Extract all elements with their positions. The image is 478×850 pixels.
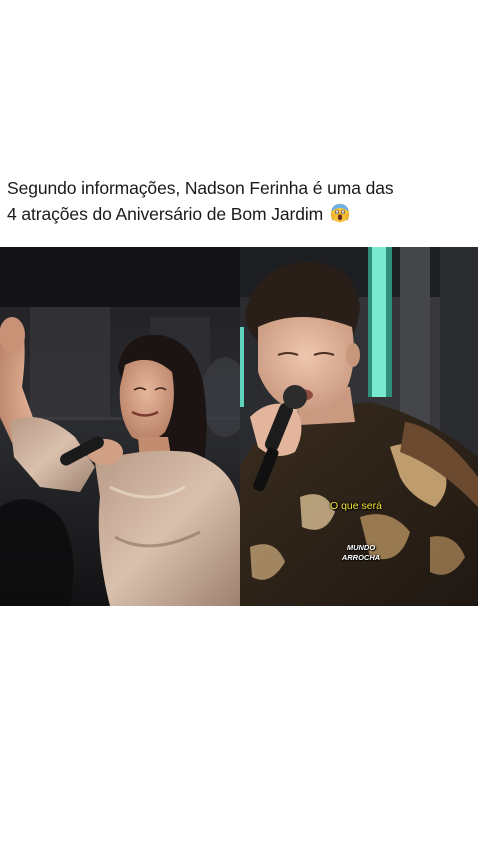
post-media[interactable] bbox=[0, 247, 478, 606]
screaming-face-emoji-icon bbox=[330, 203, 350, 223]
singer-woman-photo bbox=[0, 247, 240, 606]
post-caption-line-1: Segundo informações, Nadson Ferinha é um… bbox=[7, 178, 394, 198]
post-caption-line-2: 4 atrações do Aniversário de Bom Jardim bbox=[7, 201, 473, 227]
post-caption-line-2-text: 4 atrações do Aniversário de Bom Jardim bbox=[7, 204, 324, 224]
video-subtitle: O que será bbox=[330, 500, 382, 512]
post-screen: { "post": { "text_line_1": "Segundo info… bbox=[0, 0, 478, 850]
post-caption: Segundo informações, Nadson Ferinha é um… bbox=[7, 175, 473, 227]
watermark-line-2: ARROCHA bbox=[341, 553, 381, 562]
channel-watermark: MUNDO ARROCHA bbox=[336, 543, 386, 563]
watermark-line-1: MUNDO bbox=[346, 543, 376, 552]
